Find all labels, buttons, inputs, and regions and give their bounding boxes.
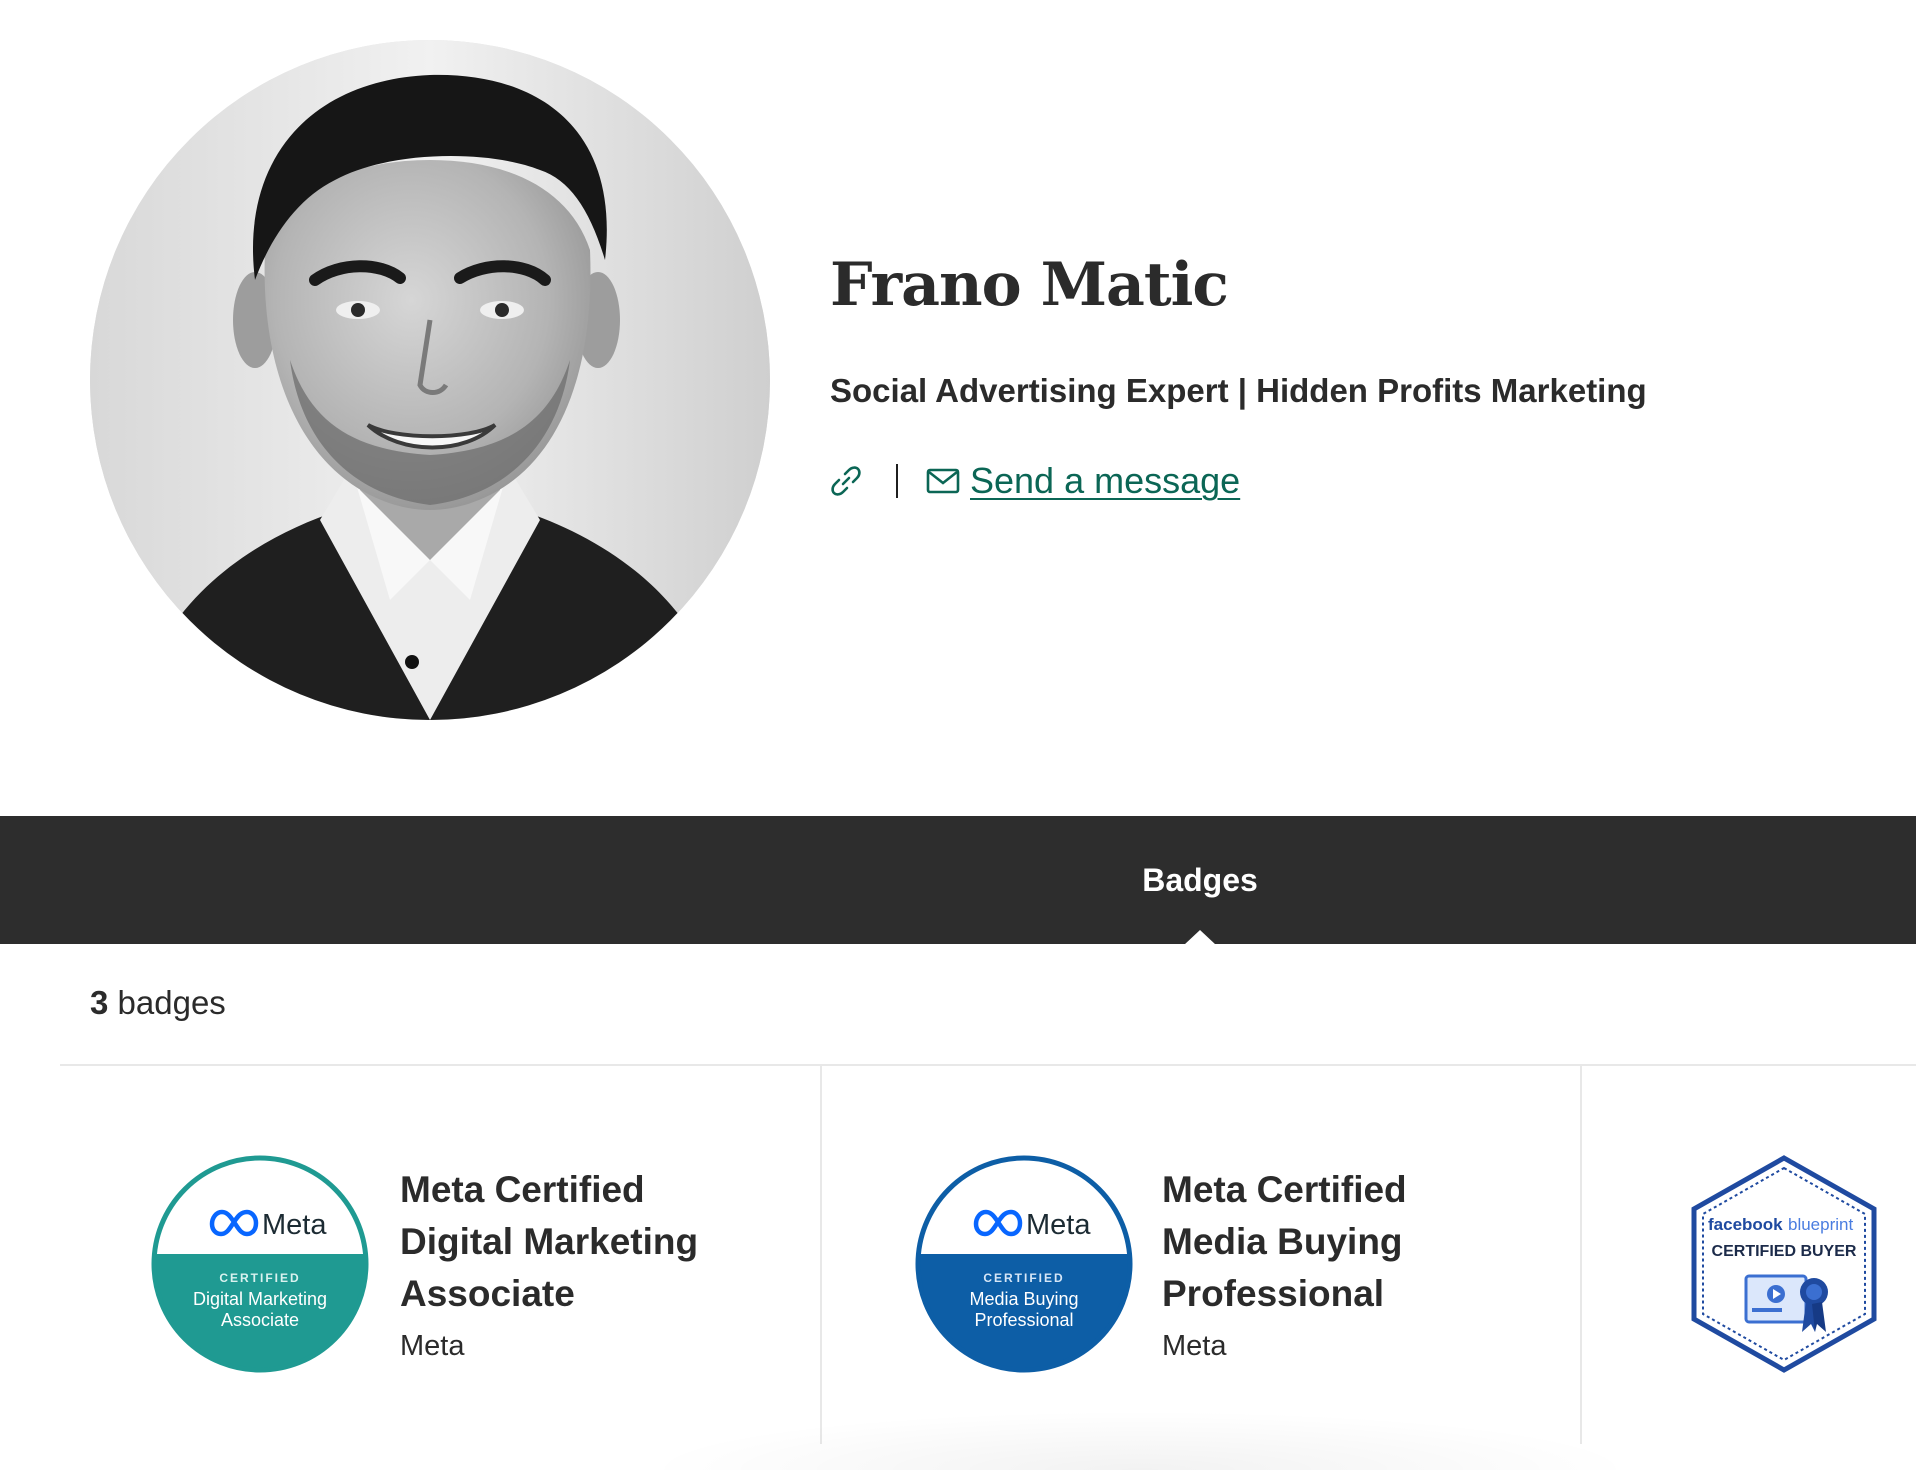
blueprint-badge-emblem: facebook blueprint CERTIFIED BUYER [1684, 1154, 1884, 1379]
svg-text:blueprint: blueprint [1788, 1215, 1853, 1234]
svg-text:Meta: Meta [1026, 1209, 1091, 1241]
active-tab-indicator [1184, 930, 1216, 945]
svg-text:CERTIFIED: CERTIFIED [219, 1271, 300, 1285]
svg-text:Professional: Professional [974, 1310, 1073, 1330]
badge-card[interactable]: facebook blueprint CERTIFIED BUYER [1582, 1066, 1916, 1444]
meta-badge-emblem: Meta CERTIFIED Media Buying Professional [914, 1154, 1134, 1379]
badge-card[interactable]: Meta CERTIFIED Media Buying Professional… [822, 1066, 1580, 1444]
svg-text:CERTIFIED: CERTIFIED [983, 1271, 1064, 1285]
contact-separator [896, 464, 898, 498]
tab-badges[interactable]: Badges [1124, 816, 1276, 945]
profile-tabs-bar: Badges [0, 816, 1916, 945]
profile-headline: Social Advertising Expert | Hidden Profi… [830, 372, 1647, 409]
svg-text:facebook: facebook [1708, 1215, 1783, 1234]
badge-title[interactable]: Meta Certified Media Buying Professional [1162, 1164, 1482, 1320]
send-message-link[interactable]: Send a message [926, 460, 1240, 502]
svg-text:Meta: Meta [262, 1209, 327, 1241]
link-icon[interactable] [828, 463, 864, 499]
svg-text:CERTIFIED BUYER: CERTIFIED BUYER [1712, 1243, 1857, 1260]
tab-badges-label: Badges [1142, 861, 1258, 898]
badge-count-suffix: badges [108, 984, 226, 1021]
envelope-icon [926, 467, 960, 495]
profile-avatar [90, 40, 770, 720]
meta-badge-emblem: Meta CERTIFIED Digital Marketing Associa… [150, 1154, 370, 1379]
avatar-portrait [90, 40, 770, 720]
profile-name: Frano Matic [830, 250, 1229, 320]
svg-text:Media Buying: Media Buying [969, 1289, 1078, 1309]
profile-contact-row: Send a message [828, 456, 1240, 506]
svg-text:Associate: Associate [221, 1310, 299, 1330]
badge-title[interactable]: Meta Certified Digital Marketing Associa… [400, 1164, 720, 1320]
scroll-shadow [640, 1410, 1640, 1470]
badge-count-number: 3 [90, 984, 109, 1021]
badge-count: 3 badges [90, 984, 226, 1022]
badge-card[interactable]: Meta CERTIFIED Digital Marketing Associa… [60, 1066, 820, 1444]
svg-text:Digital Marketing: Digital Marketing [193, 1289, 327, 1309]
send-message-label: Send a message [970, 460, 1241, 501]
badge-issuer: Meta [400, 1330, 465, 1362]
badge-issuer: Meta [1162, 1330, 1227, 1362]
